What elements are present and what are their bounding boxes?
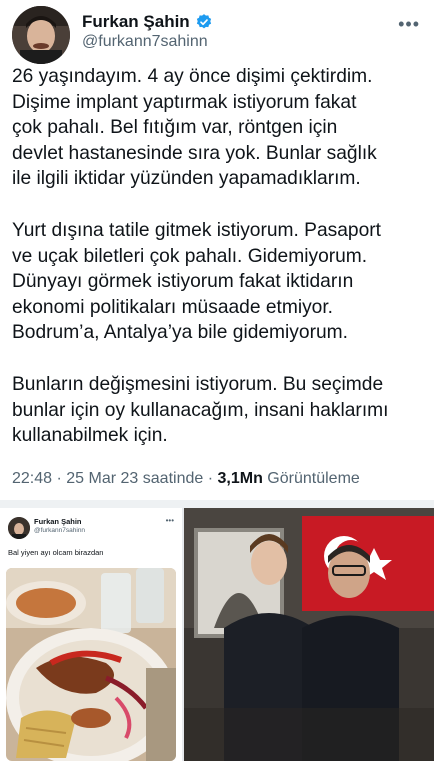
tweet-line: bunlar için oy kullanacağım, insani hakl… — [12, 399, 389, 421]
divider — [0, 500, 434, 508]
avatar[interactable] — [12, 6, 70, 64]
food-photo — [6, 568, 176, 761]
tweet-line: ve uçak biletleri çok pahalı. Gidemiyoru… — [12, 245, 368, 267]
tweet-line: Dişime implant yaptırmak istiyorum fakat — [12, 91, 357, 113]
views-label: Görüntüleme — [267, 470, 360, 487]
verified-badge-icon — [196, 14, 211, 29]
embedded-author-handle: @furkann7sahinn — [34, 527, 86, 534]
tweet-line: ekonomi politikaları müsaade etmiyor. — [12, 296, 334, 318]
tweet-line: 26 yaşındayım. 4 ay önce dişimi çektirdi… — [12, 66, 373, 87]
avatar-photo — [12, 6, 70, 64]
tweet-line: Bunların değişmesini istiyorum. Bu seçim… — [12, 373, 384, 395]
tweet-line: ile ilgili iktidar yüzünden yapamadıklar… — [12, 168, 361, 190]
tweet-line: Yurt dışına tatile gitmek istiyorum. Pas… — [12, 219, 381, 241]
embedded-tweet-text: Bal yiyen ayı olcam birazdan — [8, 548, 104, 557]
tweet-time[interactable]: 22:48 — [12, 470, 52, 487]
more-horizontal-icon[interactable]: ••• — [398, 14, 420, 35]
author-name-row[interactable]: Furkan Şahin — [82, 12, 213, 32]
embedded-more-icon: ••• — [165, 516, 174, 525]
embedded-tweet-screenshot: Furkan Şahin @furkann7sahinn ••• Bal yiy… — [0, 508, 184, 761]
main-tweet: Furkan Şahin @furkann7sahinn ••• 26 yaşı… — [0, 0, 434, 500]
author-handle[interactable]: @furkann7sahinn — [82, 33, 208, 51]
tweet-line: çok pahalı. Bel fıtığım var, röntgen içi… — [12, 117, 338, 139]
tweet-line: Bodrum’a, Antalya’ya bile gidemiyorum. — [12, 322, 348, 344]
views-count: 3,1Mn — [217, 470, 263, 487]
tweet-line: kullanabilmek için. — [12, 425, 168, 447]
tweet-line: devlet hastanesinde sıra yok. Bunlar sağ… — [12, 142, 377, 164]
author-name[interactable]: Furkan Şahin — [82, 12, 190, 32]
embedded-author-name: Furkan Şahin — [34, 517, 82, 526]
tweet-date[interactable]: 25 Mar 23 saatinde — [66, 470, 203, 487]
mini-avatar — [8, 517, 30, 539]
tweet-line: Dünyayı görmek istiyorum fakat iktidarın — [12, 271, 354, 293]
people-photo — [184, 508, 434, 761]
tweet-meta: 22:48 · 25 Mar 23 saatinde · 3,1Mn Görün… — [12, 470, 360, 487]
tweet-text: 26 yaşındayım. 4 ay önce dişimi çektirdi… — [12, 64, 430, 449]
